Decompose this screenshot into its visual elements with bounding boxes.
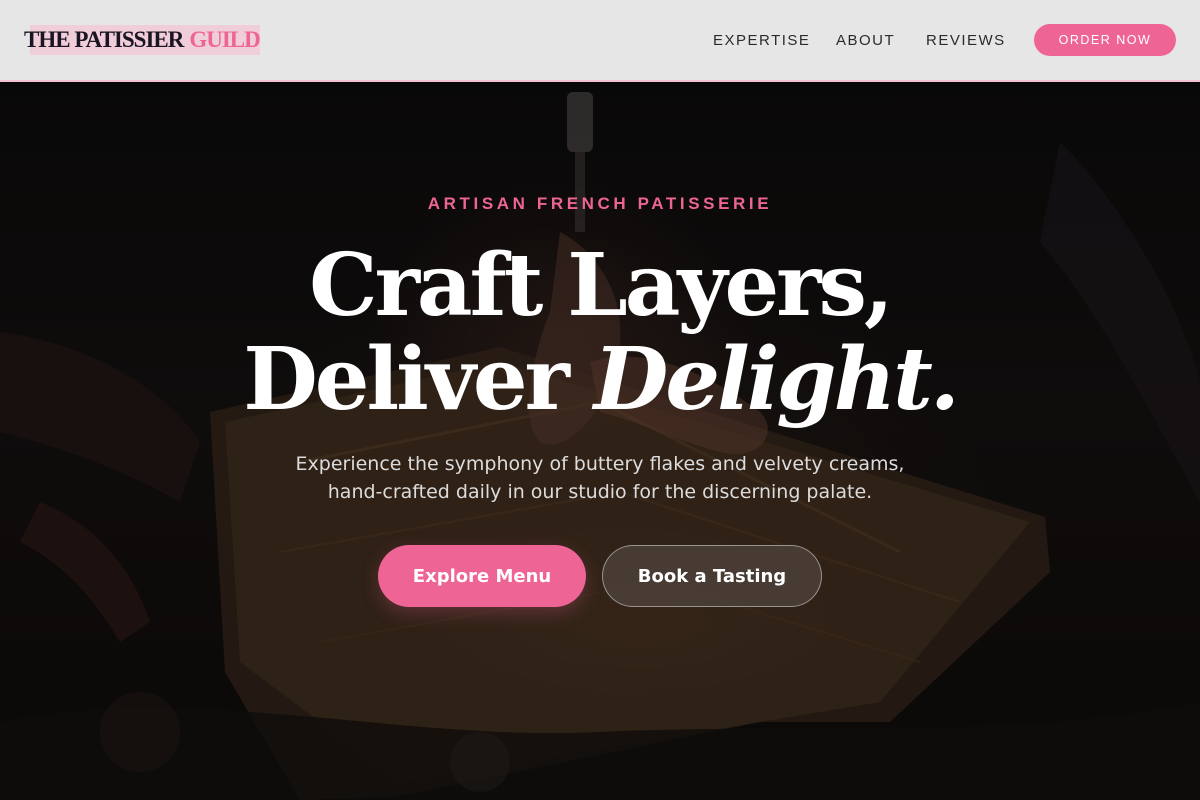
- hero-description-line-2: hand-crafted daily in our studio for the…: [327, 481, 873, 503]
- site-logo[interactable]: THE PATISSIER GUILD: [24, 24, 261, 56]
- logo-main-text: THE PATISSIER: [24, 27, 184, 52]
- hero-headline-line-2: Deliver Delight.: [0, 332, 1200, 428]
- site-header: THE PATISSIER GUILD EXPERTISE ABOUT REVI…: [0, 0, 1200, 82]
- hero-section: ARTISAN FRENCH PATISSERIE Craft Layers, …: [0, 82, 1200, 800]
- order-now-button[interactable]: ORDER NOW: [1034, 24, 1176, 56]
- hero-eyebrow: ARTISAN FRENCH PATISSERIE: [427, 194, 773, 213]
- hero-dark-overlay: [0, 82, 1200, 800]
- nav-link-expertise[interactable]: EXPERTISE: [713, 24, 810, 56]
- hero-headline-plain: Deliver: [243, 329, 594, 430]
- logo-accent-text: GUILD: [189, 27, 260, 52]
- nav-link-about[interactable]: ABOUT: [836, 24, 895, 56]
- hero-headline-line-1: Craft Layers,: [309, 235, 894, 336]
- nav-link-reviews[interactable]: REVIEWS: [926, 24, 1006, 56]
- hero-description-line-1: Experience the symphony of buttery flake…: [295, 453, 905, 475]
- explore-menu-button[interactable]: Explore Menu: [378, 545, 586, 607]
- hero-headline-italic: Delight.: [593, 329, 960, 430]
- book-tasting-button[interactable]: Book a Tasting: [602, 545, 822, 607]
